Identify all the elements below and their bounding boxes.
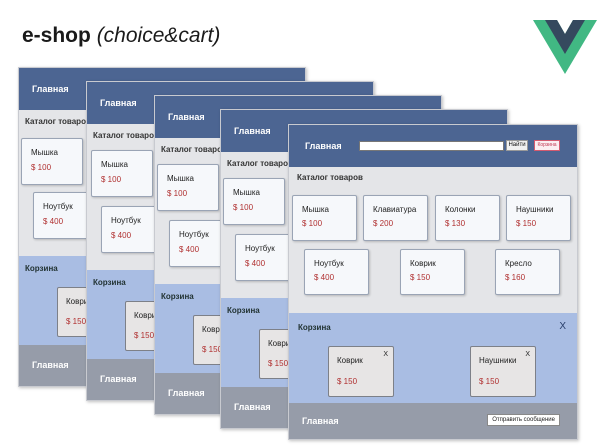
product-card[interactable]: Мышка $ 100 xyxy=(223,178,285,225)
product-name: Мышка xyxy=(167,174,194,183)
footer-home-link[interactable]: Главная xyxy=(100,374,137,384)
product-card[interactable]: Мышка $ 100 xyxy=(21,138,83,185)
product-name: Мышка xyxy=(31,148,58,157)
vue-logo-icon xyxy=(533,20,597,74)
catalog-label: Каталог товаров xyxy=(297,173,363,182)
product-card[interactable]: Мышка $ 100 xyxy=(157,164,219,211)
product-price: $ 400 xyxy=(179,245,200,254)
product-card[interactable]: Коврик $ 150 xyxy=(400,249,465,295)
cart-label: Корзина xyxy=(161,292,194,301)
footer-home-link[interactable]: Главная xyxy=(32,360,69,370)
cart-button[interactable]: Корзина xyxy=(534,140,560,151)
product-name: Колонки xyxy=(445,205,476,214)
slide-title: e-shop (choice&cart) xyxy=(22,24,220,48)
cart-label: Корзина xyxy=(93,278,126,287)
product-price: $ 160 xyxy=(505,273,526,282)
footer-home-link[interactable]: Главная xyxy=(302,416,339,426)
cart-label: Корзина xyxy=(227,306,260,315)
catalog-label: Каталог товаров xyxy=(25,117,91,126)
product-name: Мышка xyxy=(101,160,128,169)
footer-bar: Главная Отправить сообщение xyxy=(289,403,577,439)
cart-panel: Корзина X Коврик $ 150 X Наушники $ 150 … xyxy=(289,313,577,405)
product-price: $ 100 xyxy=(101,175,122,184)
catalog-label: Каталог товаров xyxy=(93,131,159,140)
product-price: $ 150 xyxy=(410,273,431,282)
product-card[interactable]: Мышка $ 100 xyxy=(91,150,153,197)
slide-title-bold: e-shop xyxy=(22,24,91,47)
product-price: $ 130 xyxy=(445,219,466,228)
product-price: $ 100 xyxy=(302,219,323,228)
header-home-link[interactable]: Главная xyxy=(234,126,271,136)
product-card[interactable]: Колонки $ 130 xyxy=(435,195,500,241)
cart-item-price: $ 150 xyxy=(268,359,289,368)
product-price: $ 100 xyxy=(233,203,254,212)
product-price: $ 400 xyxy=(111,231,132,240)
cart-item-price: $ 150 xyxy=(134,331,155,340)
product-card[interactable]: Кресло $ 160 xyxy=(495,249,560,295)
product-price: $ 150 xyxy=(516,219,537,228)
remove-item-button[interactable]: X xyxy=(525,351,530,358)
cart-item-name: Наушники xyxy=(479,356,517,365)
cart-item-price: $ 150 xyxy=(479,377,500,386)
product-name: Ноутбук xyxy=(111,216,141,225)
product-name: Мышка xyxy=(302,205,329,214)
product-name: Клавиатура xyxy=(373,205,417,214)
slide-title-italic: (choice&cart) xyxy=(96,24,221,47)
product-name: Коврик xyxy=(410,259,436,268)
footer-home-link[interactable]: Главная xyxy=(234,402,271,412)
footer-home-link[interactable]: Главная xyxy=(168,388,205,398)
product-name: Ноутбук xyxy=(245,244,275,253)
header-home-link[interactable]: Главная xyxy=(100,98,137,108)
app-screen-front: Главная Найти Корзина Каталог товаров Мы… xyxy=(288,124,578,440)
product-card[interactable]: Мышка $ 100 xyxy=(292,195,357,241)
header-home-link[interactable]: Главная xyxy=(305,141,342,151)
product-price: $ 200 xyxy=(373,219,394,228)
search-input[interactable] xyxy=(359,141,504,151)
product-card[interactable]: Наушники $ 150 xyxy=(506,195,571,241)
product-name: Ноутбук xyxy=(179,230,209,239)
catalog-label: Каталог товаров xyxy=(227,159,293,168)
product-name: Кресло xyxy=(505,259,532,268)
header-home-link[interactable]: Главная xyxy=(168,112,205,122)
product-price: $ 100 xyxy=(167,189,188,198)
cart-item-price: $ 150 xyxy=(337,377,358,386)
cart-item-card: Коврик $ 150 X xyxy=(328,346,394,397)
product-name: Наушники xyxy=(516,205,554,214)
find-button[interactable]: Найти xyxy=(506,140,528,151)
cart-label: Корзина xyxy=(25,264,58,273)
remove-item-button[interactable]: X xyxy=(383,351,388,358)
catalog-label: Каталог товаров xyxy=(161,145,227,154)
cart-item-name: Коврик xyxy=(337,356,363,365)
send-message-button[interactable]: Отправить сообщение xyxy=(487,414,560,426)
product-price: $ 400 xyxy=(43,217,64,226)
product-name: Мышка xyxy=(233,188,260,197)
cart-item-card: Наушники $ 150 X xyxy=(470,346,536,397)
product-price: $ 100 xyxy=(31,163,52,172)
product-card[interactable]: Клавиатура $ 200 xyxy=(363,195,428,241)
product-name: Ноутбук xyxy=(43,202,73,211)
cart-label: Корзина xyxy=(298,323,331,332)
cart-close-button[interactable]: X xyxy=(559,321,566,332)
product-price: $ 400 xyxy=(314,273,335,282)
product-card[interactable]: Ноутбук $ 400 xyxy=(304,249,369,295)
header-bar: Главная Найти Корзина xyxy=(289,125,577,167)
product-price: $ 400 xyxy=(245,259,266,268)
header-home-link[interactable]: Главная xyxy=(32,84,69,94)
cart-item-price: $ 150 xyxy=(66,317,87,326)
product-name: Ноутбук xyxy=(314,259,344,268)
